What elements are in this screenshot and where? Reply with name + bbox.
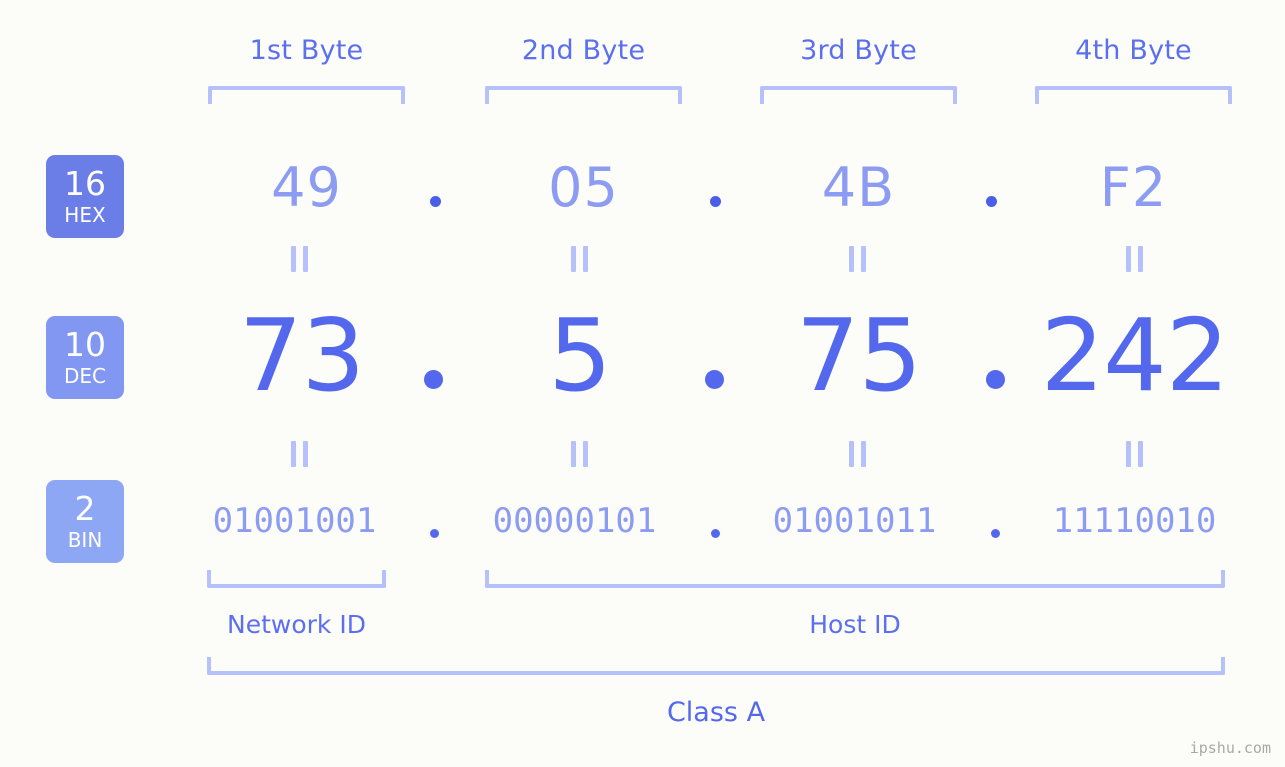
base-badge-bin-number: 2: [74, 488, 96, 528]
hex-separator-dot-2: [710, 196, 721, 207]
site-watermark: ipshu.com: [1189, 739, 1271, 757]
hex-byte-4: F2: [1099, 156, 1168, 219]
class-bracket: [207, 657, 1225, 675]
byte-bracket-3: [760, 86, 957, 104]
equals-mark-dec-bin-2: [571, 441, 588, 467]
base-badge-bin: 2 BIN: [46, 480, 124, 563]
equals-mark-dec-bin-1: [291, 441, 308, 467]
equals-mark-hex-dec-3: [849, 246, 866, 272]
base-badge-hex: 16 HEX: [46, 155, 124, 238]
dec-byte-2: 5: [548, 297, 612, 414]
base-badge-bin-abbr: BIN: [67, 527, 103, 552]
equals-mark-hex-dec-2: [571, 246, 588, 272]
bin-byte-1: 01001001: [212, 501, 377, 541]
byte-header-3: 3rd Byte: [800, 35, 917, 66]
equals-mark-dec-bin-3: [849, 441, 866, 467]
bin-byte-2: 00000101: [492, 501, 657, 541]
dec-separator-dot-3: [986, 370, 1005, 389]
bin-separator-dot-1: [430, 529, 439, 538]
hex-byte-3: 4B: [821, 156, 896, 219]
bin-separator-dot-3: [991, 529, 1000, 538]
dec-separator-dot-2: [705, 370, 724, 389]
byte-header-4: 4th Byte: [1075, 35, 1192, 66]
byte-header-1: 1st Byte: [249, 35, 364, 66]
bin-byte-3: 01001011: [772, 501, 937, 541]
base-badge-hex-number: 16: [64, 163, 106, 203]
dec-separator-dot-1: [424, 370, 443, 389]
hex-byte-2: 05: [548, 156, 619, 219]
network-id-bracket: [207, 570, 386, 588]
host-id-label: Host ID: [809, 610, 901, 639]
byte-bracket-2: [485, 86, 682, 104]
equals-mark-dec-bin-4: [1126, 441, 1143, 467]
byte-bracket-4: [1035, 86, 1232, 104]
ip-address-breakdown-diagram: 1st Byte 2nd Byte 3rd Byte 4th Byte 16 H…: [0, 0, 1285, 767]
network-id-label: Network ID: [227, 610, 366, 639]
hex-separator-dot-3: [986, 196, 997, 207]
bin-byte-4: 11110010: [1052, 501, 1217, 541]
base-badge-dec-number: 10: [64, 324, 106, 364]
hex-separator-dot-1: [430, 196, 441, 207]
dec-byte-3: 75: [795, 297, 922, 414]
byte-header-2: 2nd Byte: [521, 35, 646, 66]
base-badge-dec: 10 DEC: [46, 316, 124, 399]
equals-mark-hex-dec-1: [291, 246, 308, 272]
dec-byte-1: 73: [238, 297, 365, 414]
base-badge-dec-abbr: DEC: [63, 363, 106, 388]
hex-byte-1: 49: [271, 156, 342, 219]
equals-mark-hex-dec-4: [1126, 246, 1143, 272]
class-label: Class A: [666, 697, 766, 728]
host-id-bracket: [485, 570, 1225, 588]
base-badge-hex-abbr: HEX: [64, 202, 106, 227]
byte-bracket-1: [208, 86, 405, 104]
dec-byte-4: 242: [1040, 297, 1230, 414]
bin-separator-dot-2: [711, 529, 720, 538]
